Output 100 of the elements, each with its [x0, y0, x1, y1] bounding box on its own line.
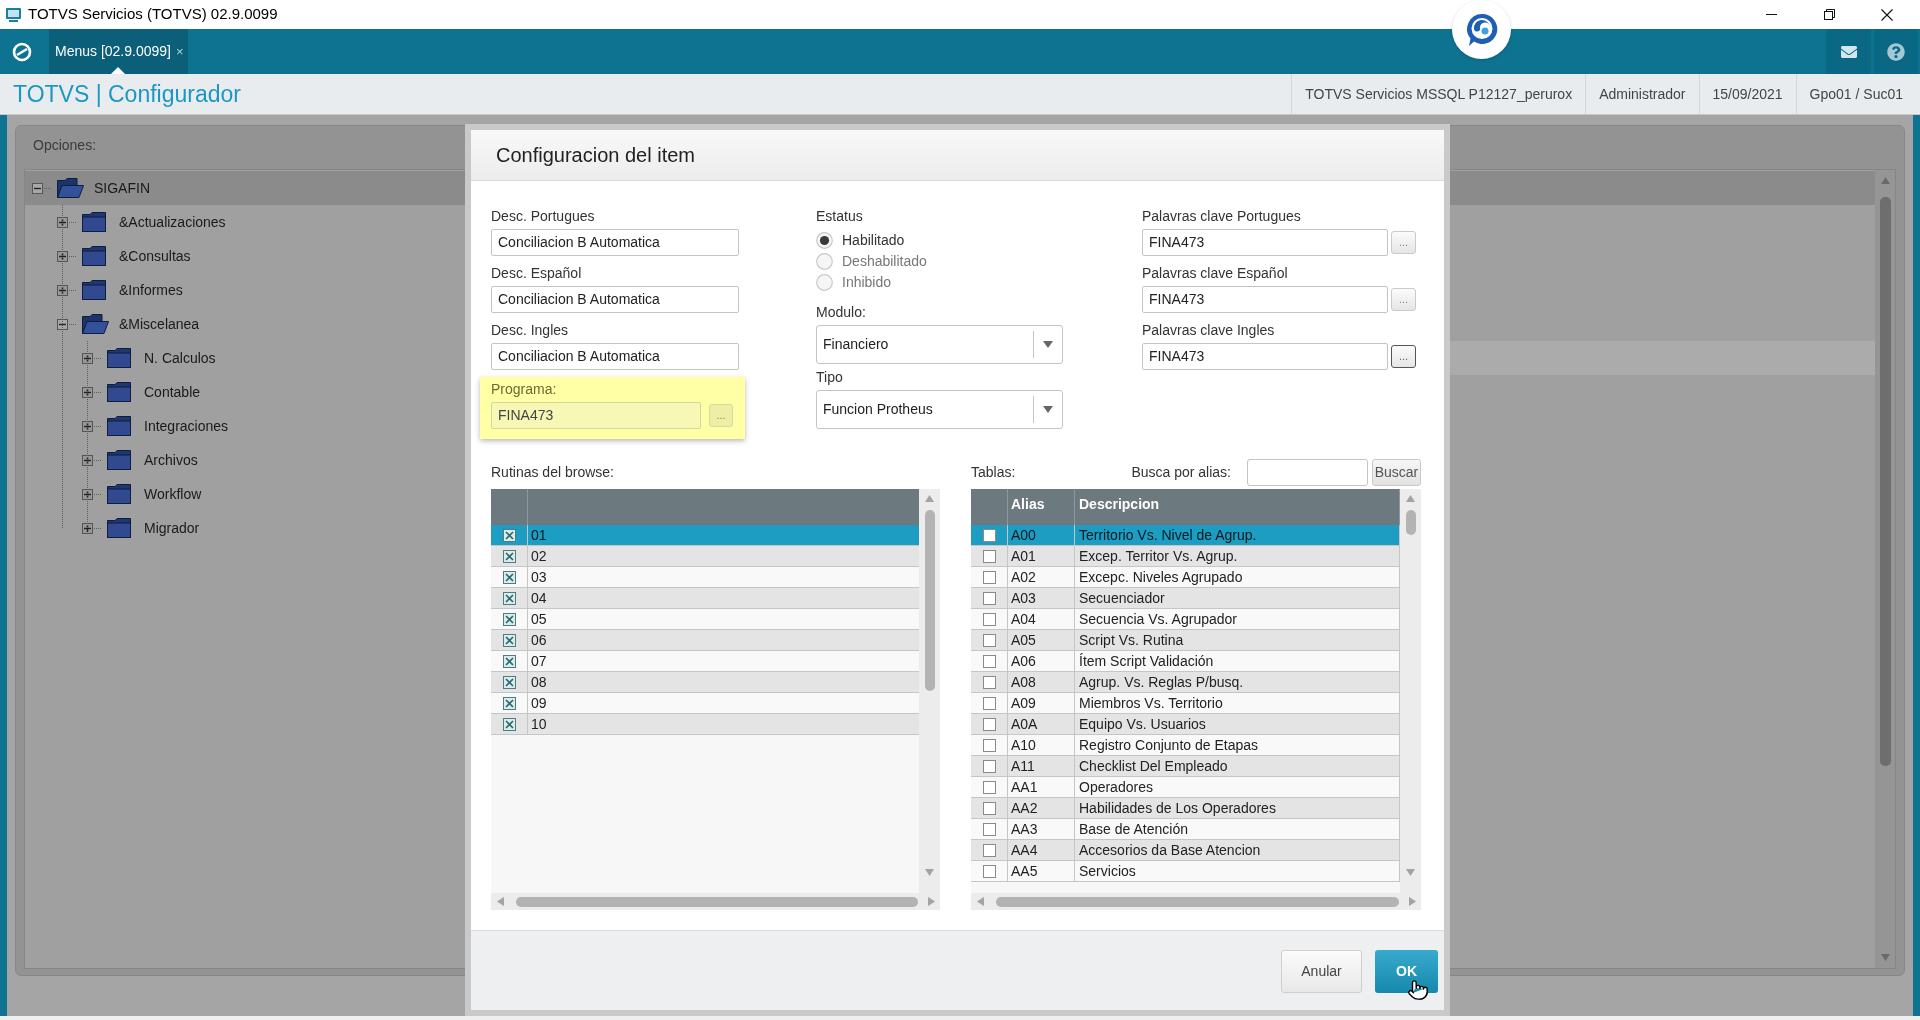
browse-button[interactable]: ... [1391, 345, 1416, 368]
checkbox[interactable] [982, 549, 996, 563]
grid-row[interactable]: A05 Script Vs. Rutina [971, 630, 1400, 651]
arrow-up-icon[interactable] [1406, 495, 1415, 502]
arrow-right-icon[interactable] [928, 897, 935, 906]
checkbox[interactable] [502, 633, 516, 647]
grid-row[interactable]: 09 [491, 693, 919, 714]
arrow-down-icon[interactable] [1880, 954, 1890, 961]
checkbox[interactable] [982, 864, 996, 878]
grid-row[interactable]: AA4 Accesorios da Base Atencion [971, 840, 1400, 861]
tree-item[interactable]: &Consultas [82, 239, 191, 273]
horizontal-scrollbar[interactable] [971, 893, 1421, 910]
checkbox[interactable] [982, 843, 996, 857]
text-field[interactable]: Conciliacion B Automatica [491, 343, 739, 370]
checkbox[interactable] [982, 759, 996, 773]
grid-row[interactable]: A09 Miembros Vs. Territorio [971, 693, 1400, 714]
checkbox[interactable] [982, 801, 996, 815]
plus-box-icon[interactable] [82, 352, 93, 364]
tab[interactable]: Menus [02.9.0099] × [49, 29, 188, 74]
grid-row[interactable]: 03 [491, 567, 919, 588]
tree-item[interactable]: Migrador [107, 511, 200, 545]
tree-item[interactable]: &Informes [82, 273, 183, 307]
grid-row[interactable]: A00 Territorio Vs. Nivel de Agrup. [971, 525, 1400, 546]
scrollbar-thumb[interactable] [1405, 510, 1416, 535]
grid-row[interactable]: AA1 Operadores [971, 777, 1400, 798]
checkbox[interactable] [982, 675, 996, 689]
scrollbar-thumb[interactable] [924, 510, 935, 691]
grid-row[interactable]: A04 Secuencia Vs. Agrupador [971, 609, 1400, 630]
column-header[interactable]: Descripcion [1079, 496, 1160, 512]
search-field[interactable] [1247, 458, 1368, 486]
text-field[interactable]: FINA473 [1142, 286, 1388, 313]
checkbox[interactable] [982, 780, 996, 794]
arrow-left-icon[interactable] [497, 897, 504, 906]
grid-row[interactable]: A02 Excepc. Niveles Agrupado [971, 567, 1400, 588]
grid-row[interactable]: 06 [491, 630, 919, 651]
grid-row[interactable]: 10 [491, 714, 919, 735]
column-header[interactable]: Alias [1011, 496, 1045, 512]
text-field[interactable]: FINA473 [1142, 343, 1388, 370]
minus-box-icon[interactable] [32, 182, 43, 194]
checkbox[interactable] [502, 612, 516, 626]
text-field[interactable]: FINA473 [1142, 229, 1388, 256]
radio-button[interactable] [816, 232, 833, 249]
checkbox[interactable] [502, 675, 516, 689]
grid-row[interactable]: 04 [491, 588, 919, 609]
arrow-up-icon[interactable] [925, 495, 934, 502]
search-button[interactable]: Buscar [1372, 458, 1421, 486]
grid-row[interactable]: A03 Secuenciador [971, 588, 1400, 609]
checkbox[interactable] [982, 591, 996, 605]
tree-item[interactable]: Integraciones [107, 409, 229, 443]
checkbox[interactable] [502, 528, 516, 542]
arrow-down-icon[interactable] [1406, 869, 1415, 876]
dropdown[interactable]: Financiero [816, 325, 1063, 364]
grid-row[interactable]: A11 Checklist Del Empleado [971, 756, 1400, 777]
plus-box-icon[interactable] [82, 522, 93, 534]
grid-row[interactable]: A0A Equipo Vs. Usuarios [971, 714, 1400, 735]
help-button[interactable] [1874, 29, 1918, 74]
checkbox[interactable] [982, 612, 996, 626]
arrow-down-icon[interactable] [925, 869, 934, 876]
arrow-up-icon[interactable] [1880, 177, 1890, 184]
grid-row[interactable]: AA2 Habilidades de Los Operadores [971, 798, 1400, 819]
minus-box-icon[interactable] [57, 318, 68, 330]
vertical-scrollbar[interactable] [1400, 489, 1421, 893]
plus-box-icon[interactable] [82, 420, 93, 432]
scrollbar-thumb[interactable] [1879, 197, 1891, 766]
grid-row[interactable]: 02 [491, 546, 919, 567]
plus-box-icon[interactable] [57, 250, 68, 262]
checkbox[interactable] [982, 696, 996, 710]
checkbox[interactable] [502, 654, 516, 668]
tree-item[interactable]: N. Calculos [107, 341, 216, 375]
checkbox[interactable] [982, 654, 996, 668]
tree-item[interactable]: &Actualizaciones [82, 205, 226, 239]
checkbox[interactable] [502, 717, 516, 731]
scrollbar-thumb[interactable] [516, 896, 918, 907]
plus-box-icon[interactable] [57, 216, 68, 228]
tree-item[interactable]: Archivos [107, 443, 198, 477]
checkbox[interactable] [982, 570, 996, 584]
scrollbar-thumb[interactable] [996, 896, 1399, 907]
text-field[interactable]: Conciliacion B Automatica [491, 286, 739, 313]
text-field[interactable]: FINA473 [491, 402, 701, 429]
tree-item[interactable]: Workflow [107, 477, 202, 511]
radio-button[interactable] [816, 274, 833, 291]
tree-item[interactable]: SIGAFIN [57, 171, 150, 205]
grid-row[interactable]: AA5 Servicios [971, 861, 1400, 882]
grid-row[interactable]: A06 Ítem Script Validación [971, 651, 1400, 672]
grid-row[interactable]: 08 [491, 672, 919, 693]
checkbox[interactable] [502, 549, 516, 563]
dropdown[interactable]: Funcion Protheus [816, 390, 1063, 429]
checkbox[interactable] [982, 528, 996, 542]
plus-box-icon[interactable] [82, 488, 93, 500]
vertical-scrollbar[interactable] [919, 489, 940, 893]
grid-row[interactable]: 01 [491, 525, 919, 546]
grid-row[interactable]: A01 Excep. Territor Vs. Agrup. [971, 546, 1400, 567]
radio-button[interactable] [816, 253, 833, 270]
tree-item[interactable]: &Miscelanea [82, 307, 200, 341]
checkbox[interactable] [982, 633, 996, 647]
checkbox[interactable] [502, 570, 516, 584]
checkbox[interactable] [982, 822, 996, 836]
tree-item[interactable]: Contable [107, 375, 201, 409]
checkbox[interactable] [982, 717, 996, 731]
grid-row[interactable]: A10 Registro Conjunto de Etapas [971, 735, 1400, 756]
